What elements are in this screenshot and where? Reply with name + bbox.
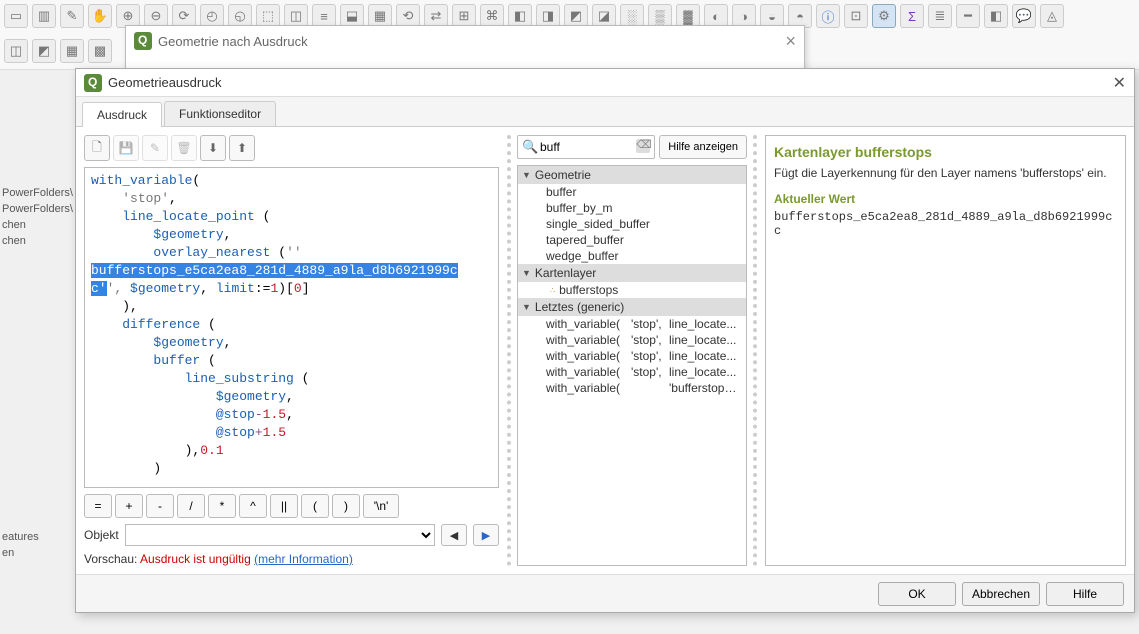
save-icon[interactable]: 💾 <box>113 135 139 161</box>
clear-icon[interactable]: ⌫ <box>636 139 650 153</box>
toolbar-button[interactable]: ⊡ <box>844 4 868 28</box>
object-label: Objekt <box>84 528 119 542</box>
tree-item[interactable]: wedge_buffer <box>518 248 746 264</box>
op-plus[interactable]: + <box>115 494 143 518</box>
new-file-icon[interactable]: 🗋 <box>84 135 110 161</box>
help-title: Kartenlayer bufferstops <box>774 144 1117 160</box>
op-divide[interactable]: / <box>177 494 205 518</box>
op-lparen[interactable]: ( <box>301 494 329 518</box>
expression-toolbar: 🗋 💾 ✎ 🗑 ⬇ ⬆ <box>84 135 499 161</box>
sigma-icon[interactable]: Σ <box>900 4 924 28</box>
toolbar-button[interactable]: ◩ <box>32 39 56 63</box>
toolbar-button[interactable]: ✎ <box>60 4 84 28</box>
qgis-icon <box>84 74 102 92</box>
tree-item[interactable]: with_variable('stop',line_locate... <box>518 364 746 380</box>
side-panel-text: PowerFolders\ PowerFolders\ chen chen ea… <box>0 185 70 561</box>
tree-group-maplayers[interactable]: ▼Kartenlayer <box>518 264 746 282</box>
toolbar-button[interactable]: ▩ <box>88 39 112 63</box>
dialog1-title: Geometrie nach Ausdruck <box>158 34 785 49</box>
tree-item[interactable]: with_variable('stop',line_locate... <box>518 316 746 332</box>
op-multiply[interactable]: * <box>208 494 236 518</box>
op-rparen[interactable]: ) <box>332 494 360 518</box>
object-select[interactable] <box>125 524 435 546</box>
toolbar-button[interactable]: ✋ <box>88 4 112 28</box>
more-info-link[interactable]: (mehr Information) <box>254 552 353 566</box>
toolbar-button[interactable]: ▦ <box>60 39 84 63</box>
tree-item[interactable]: with_variable('stop',line_locate... <box>518 348 746 364</box>
toolbar-button[interactable]: ◧ <box>984 4 1008 28</box>
dialog-footer: OK Abbrechen Hilfe <box>76 574 1134 612</box>
edit-icon[interactable]: ✎ <box>142 135 168 161</box>
op-power[interactable]: ^ <box>239 494 267 518</box>
gear-icon[interactable]: ⚙ <box>872 4 896 28</box>
dialog2-title: Geometrieausdruck <box>108 75 1113 90</box>
prev-button[interactable]: ◀ <box>441 524 467 546</box>
tab-bar: Ausdruck Funktionseditor <box>76 97 1134 127</box>
expression-editor[interactable]: with_variable( 'stop', line_locate_point… <box>84 167 499 488</box>
tree-item[interactable]: tapered_buffer <box>518 232 746 248</box>
help-current-value: bufferstops_e5ca2ea8_281d_4889_a9la_d8b6… <box>774 210 1117 238</box>
close-icon[interactable]: × <box>785 31 796 52</box>
tree-item[interactable]: buffer_by_m <box>518 200 746 216</box>
toolbar-button[interactable]: ◫ <box>4 39 28 63</box>
help-current-label: Aktueller Wert <box>774 192 1117 206</box>
help-panel: Kartenlayer bufferstops Fügt die Layerke… <box>765 135 1126 566</box>
op-equals[interactable]: = <box>84 494 112 518</box>
close-icon[interactable]: ✕ <box>1113 73 1126 93</box>
delete-icon[interactable]: 🗑 <box>171 135 197 161</box>
tree-group-geometry[interactable]: ▼Geometrie <box>518 166 746 184</box>
tree-item[interactable]: with_variable('bufferstop_8f1bc1... <box>518 380 746 396</box>
qgis-icon <box>134 32 152 50</box>
toolbar-button[interactable]: ≣ <box>928 4 952 28</box>
cancel-button[interactable]: Abbrechen <box>962 582 1040 606</box>
ok-button[interactable]: OK <box>878 582 956 606</box>
preview-row: Vorschau: Ausdruck ist ungültig (mehr In… <box>84 552 499 566</box>
operator-row: = + - / * ^ || ( ) '\n' <box>84 494 499 518</box>
op-minus[interactable]: - <box>146 494 174 518</box>
toolbar-button[interactable]: ━ <box>956 4 980 28</box>
next-button[interactable]: ▶ <box>473 524 499 546</box>
op-concat[interactable]: || <box>270 494 298 518</box>
toolbar-button[interactable]: ▥ <box>32 4 56 28</box>
op-newline[interactable]: '\n' <box>363 494 399 518</box>
help-button[interactable]: Hilfe <box>1046 582 1124 606</box>
show-help-button[interactable]: Hilfe anzeigen <box>659 135 747 159</box>
tab-function-editor[interactable]: Funktionseditor <box>164 101 276 126</box>
tab-expression[interactable]: Ausdruck <box>82 102 162 127</box>
tree-item[interactable]: with_variable('stop',line_locate... <box>518 332 746 348</box>
toolbar-button[interactable]: ▭ <box>4 4 28 28</box>
dialog-geometry-by-expression: Geometrie nach Ausdruck × <box>125 25 805 70</box>
tree-group-recent[interactable]: ▼Letztes (generic) <box>518 298 746 316</box>
dialog-geometry-expression: Geometrieausdruck ✕ Ausdruck Funktionsed… <box>75 68 1135 613</box>
export-icon[interactable]: ⬆ <box>229 135 255 161</box>
search-icon: 🔍 <box>522 139 538 155</box>
function-tree[interactable]: ▼Geometrie buffer buffer_by_m single_sid… <box>517 165 747 566</box>
tree-item[interactable]: single_sided_buffer <box>518 216 746 232</box>
tree-item[interactable]: buffer <box>518 184 746 200</box>
toolbar-button[interactable]: ◬ <box>1040 4 1064 28</box>
help-description: Fügt die Layerkennung für den Layer name… <box>774 166 1117 180</box>
tree-item-layer[interactable]: ∴bufferstops <box>518 282 746 298</box>
import-icon[interactable]: ⬇ <box>200 135 226 161</box>
tooltip-icon[interactable]: 💬 <box>1012 4 1036 28</box>
identify-icon[interactable]: ⓘ <box>816 4 840 28</box>
point-layer-icon: ∴ <box>550 286 556 295</box>
